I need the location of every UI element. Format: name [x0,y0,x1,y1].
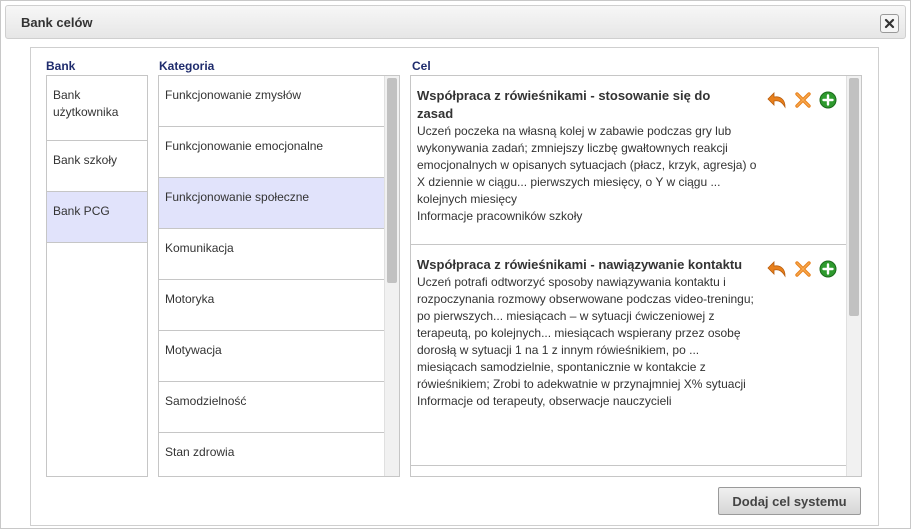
bank-item-label: Bank PCG [53,204,110,218]
bank-item-pcg[interactable]: Bank PCG [47,192,147,243]
bank-item-label: Bank użytkownika [53,88,119,119]
undo-button[interactable] [767,259,789,279]
category-item-motor[interactable]: Motoryka [159,280,385,331]
bank-list: Bank użytkownika Bank szkoły Bank PCG [46,75,148,477]
category-scrollbar[interactable] [384,76,399,476]
delete-button[interactable] [792,259,814,279]
delete-button[interactable] [792,90,814,110]
goal-scrollbar-thumb[interactable] [849,78,859,316]
delete-x-icon [795,261,811,277]
goal-description: Uczeń poczeka na własną kolej w zabawie … [417,124,757,206]
add-plus-icon [819,91,837,109]
undo-button[interactable] [767,90,789,110]
delete-x-icon [795,92,811,108]
category-item-social[interactable]: Funkcjonowanie społeczne [159,178,385,229]
undo-arrow-icon [767,92,786,109]
undo-arrow-icon [767,261,786,278]
category-item-label: Funkcjonowanie emocjonalne [165,139,324,153]
category-item-communication[interactable]: Komunikacja [159,229,385,280]
category-item-label: Funkcjonowanie zmysłów [165,88,302,102]
category-item-independence[interactable]: Samodzielność [159,382,385,433]
category-item-senses[interactable]: Funkcjonowanie zmysłów [159,76,385,127]
category-item-emotional[interactable]: Funkcjonowanie emocjonalne [159,127,385,178]
goal-source: Informacje pracowników szkoły [417,209,583,223]
goal-bank-dialog: Bank celów Bank Kategoria Cel Bank użytk… [0,0,911,529]
goal-list: Współpraca z rówieśnikami - stosowanie s… [410,75,862,477]
goal-item: Współpraca z rówieśnikami - nawiązywanie… [411,245,847,466]
goal-item: Współpraca z rówieśnikami - stosowanie s… [411,76,847,245]
dialog-title: Bank celów [21,15,93,30]
close-button[interactable] [880,14,899,33]
bank-item-user[interactable]: Bank użytkownika [47,76,147,141]
goal-description: Uczeń potrafi odtworzyć sposoby nawiązyw… [417,275,754,391]
bank-item-label: Bank szkoły [53,153,118,167]
category-item-label: Motywacja [165,343,222,357]
goal-title: Współpraca z rówieśnikami - nawiązywanie… [417,257,743,272]
bank-item-school[interactable]: Bank szkoły [47,141,147,192]
category-item-label: Samodzielność [165,394,247,408]
goal-actions [767,90,839,110]
category-column-label: Kategoria [159,59,215,73]
category-scrollbar-thumb[interactable] [387,78,397,283]
add-button[interactable] [817,259,839,279]
goal-scrollbar[interactable] [846,76,861,476]
category-item-health[interactable]: Stan zdrowia [159,433,385,476]
goal-actions [767,259,839,279]
add-system-goal-button[interactable]: Dodaj cel systemu [718,487,861,515]
close-icon [884,18,895,29]
category-list: Funkcjonowanie zmysłów Funkcjonowanie em… [158,75,400,477]
dialog-titlebar: Bank celów [5,5,906,39]
category-item-label: Funkcjonowanie społeczne [165,190,310,204]
bank-column-label: Bank [46,59,76,73]
add-plus-icon [819,260,837,278]
goal-column-label: Cel [412,59,431,73]
category-item-motivation[interactable]: Motywacja [159,331,385,382]
category-item-label: Motoryka [165,292,215,306]
goal-title: Współpraca z rówieśnikami - stosowanie s… [417,88,711,121]
add-button[interactable] [817,90,839,110]
category-item-label: Stan zdrowia [165,445,235,459]
category-item-label: Komunikacja [165,241,234,255]
goal-source: Informacje od terapeuty, obserwacje nauc… [417,394,672,408]
